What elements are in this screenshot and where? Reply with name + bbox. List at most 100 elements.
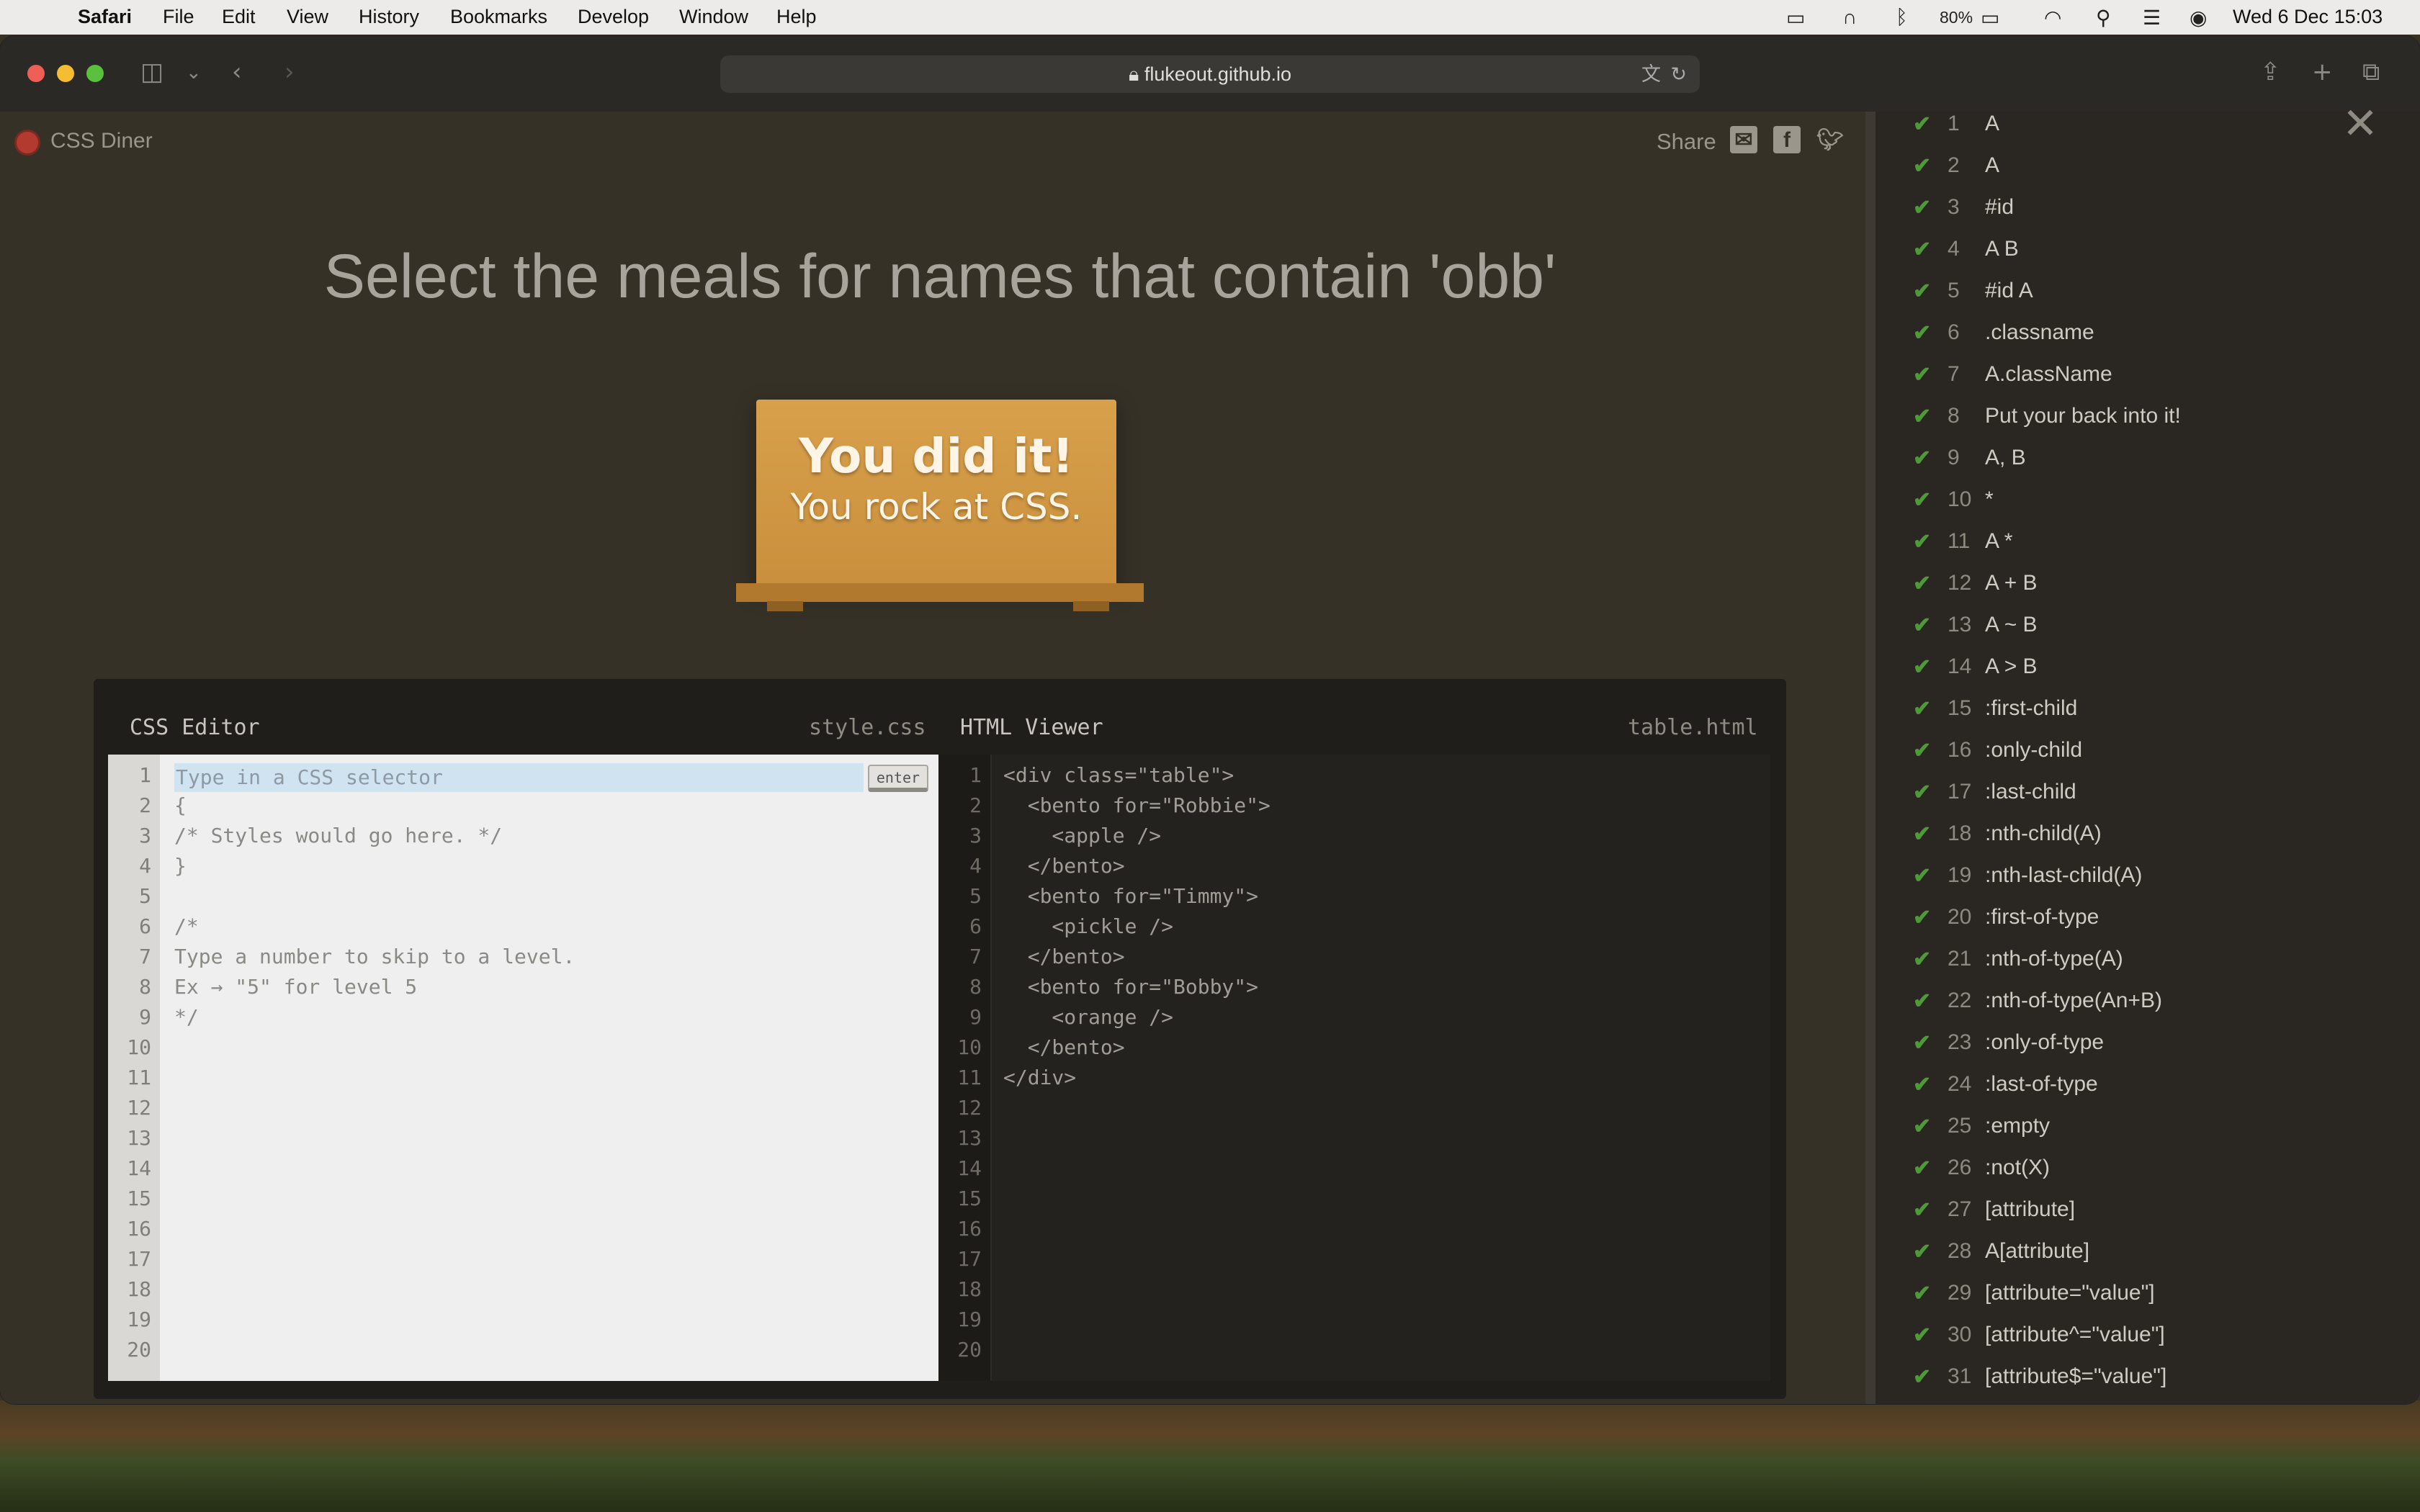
css-editor-pane: 1 2 3 4 5 6 7 8 9 10 11 12 13 14 15 16 17 18 19 20 Type in … [108, 755, 938, 1381]
levels-panel: ✔ 1 A ✔ 2 A ✔ 3 #id ✔ 4 A B ✔ 5 #id A ✔ 6 .classname ✔ 7 A.c… [1865, 112, 2420, 1404]
level-number: 27 [1948, 1197, 1972, 1221]
site-logo-text[interactable]: CSS Diner [50, 129, 153, 153]
completed-check-icon: ✔ [1913, 739, 1932, 762]
css-selector-input[interactable]: Type in a CSS selector [174, 763, 864, 792]
zoom-window-button[interactable] [86, 65, 104, 82]
menu-help[interactable]: Help [776, 6, 817, 28]
close-levels-icon[interactable]: ✕ [2337, 101, 2383, 147]
line-number: 5 [969, 884, 982, 908]
win-message-title: You did it! [799, 428, 1074, 484]
menu-app-name[interactable]: Safari [78, 6, 132, 28]
screen-mirroring-icon[interactable]: ▭ [1786, 6, 1805, 30]
html-code-line[interactable]: <bento for="Timmy"> [1003, 884, 1258, 908]
level-number: 18 [1948, 822, 1972, 845]
menu-history[interactable]: History [359, 6, 419, 28]
completed-check-icon: ✔ [1913, 238, 1932, 261]
minimize-window-button[interactable] [57, 65, 74, 82]
address-bar[interactable]: 🔒︎ flukeout.github.io 文 ↻ [720, 55, 1700, 93]
level-number: 16 [1948, 738, 1972, 762]
css-code-line: */ [174, 1005, 199, 1029]
battery-icon[interactable]: ▭ [1981, 6, 1999, 30]
tab-overview-icon[interactable]: ⧉ [2362, 58, 2380, 86]
reload-icon[interactable]: ↻ [1670, 55, 1687, 93]
level-name: :last-child [1985, 780, 2076, 804]
share-button-icon[interactable]: ⇪ [2260, 58, 2281, 86]
level-number: 21 [1948, 947, 1972, 971]
level-number: 8 [1948, 404, 1960, 428]
menu-view[interactable]: View [287, 6, 328, 28]
menu-window[interactable]: Window [679, 6, 748, 28]
translate-icon[interactable]: 文 [1641, 55, 1661, 93]
level-number: 25 [1948, 1114, 1972, 1138]
level-name: :not(X) [1985, 1156, 2051, 1179]
level-name: A B [1985, 237, 2019, 261]
css-line-numbers: 1 2 3 4 5 6 7 8 9 10 11 12 13 14 15 16 17 18 19 20 [108, 755, 160, 1381]
menu-develop[interactable]: Develop [578, 6, 649, 28]
menu-file[interactable]: File [163, 6, 194, 28]
level-name: :last-of-type [1985, 1072, 2098, 1096]
win-message-subtitle: You rock at CSS. [790, 486, 1083, 528]
macos-menubar: Safari File Edit View History Bookmarks … [0, 0, 2420, 35]
html-viewer-pane: 1 2 3 4 5 6 7 8 9 10 11 12 13 14 15 16 17 18 19 20 <div cla… [938, 755, 1770, 1381]
menu-bookmarks[interactable]: Bookmarks [450, 6, 547, 28]
sidebar-toggle-icon[interactable]: ◫ [140, 58, 163, 86]
twitter-share-icon[interactable]: 🐦︎ [1816, 126, 1844, 153]
line-number: 17 [127, 1247, 151, 1271]
headphones-icon[interactable]: ∩ [1842, 6, 1857, 29]
menu-edit[interactable]: Edit [222, 6, 256, 28]
html-code-line[interactable]: </bento> [1003, 1035, 1125, 1059]
desktop-wallpaper [0, 1400, 2420, 1512]
level-name: [attribute^="value"] [1985, 1323, 2165, 1346]
wifi-icon[interactable]: ◠ [2044, 6, 2061, 30]
html-code-line[interactable]: </div> [1003, 1066, 1076, 1089]
menubar-clock[interactable]: Wed 6 Dec 15:03 [2233, 6, 2383, 28]
level-number: 26 [1948, 1156, 1972, 1179]
level-name: [attribute] [1985, 1197, 2076, 1221]
html-code-line[interactable]: <bento for="Robbie"> [1003, 793, 1270, 817]
enter-button[interactable]: enter [868, 765, 928, 792]
close-window-button[interactable] [27, 65, 45, 82]
html-code-line[interactable]: <pickle /> [1003, 914, 1173, 938]
back-button-icon[interactable]: ‹ [232, 58, 242, 86]
email-share-icon[interactable]: ✉ [1730, 126, 1757, 153]
completed-check-icon: ✔ [1913, 989, 1932, 1013]
line-number: 4 [969, 854, 982, 878]
sidebar-chevron-down-icon[interactable]: ⌄ [186, 62, 202, 84]
forward-button-icon[interactable]: › [284, 58, 295, 86]
completed-check-icon: ✔ [1913, 321, 1932, 345]
completed-check-icon: ✔ [1913, 1115, 1932, 1138]
line-number: 15 [957, 1187, 982, 1210]
html-code-line[interactable]: </bento> [1003, 854, 1125, 878]
level-number: 24 [1948, 1072, 1972, 1096]
bluetooth-icon[interactable]: ᛒ [1896, 6, 1908, 29]
line-number: 12 [127, 1096, 151, 1120]
editor-panels: CSS Editor style.css HTML Viewer table.h… [94, 679, 1786, 1399]
level-number: 31 [1948, 1364, 1972, 1388]
line-number: 6 [139, 914, 151, 938]
level-name: #id A [1985, 279, 2033, 302]
html-code-line[interactable]: <bento for="Bobby"> [1003, 975, 1258, 999]
level-number: 2 [1948, 153, 1960, 177]
line-number: 7 [969, 945, 982, 968]
completed-check-icon: ✔ [1913, 1073, 1932, 1097]
line-number: 8 [969, 975, 982, 999]
line-number: 19 [957, 1308, 982, 1331]
spotlight-search-icon[interactable]: ⚲ [2096, 6, 2111, 30]
siri-icon[interactable]: ◉ [2190, 6, 2207, 30]
completed-check-icon: ✔ [1913, 572, 1932, 595]
new-tab-icon[interactable]: + [2312, 58, 2333, 86]
css-editor-filename: style.css [809, 715, 926, 740]
level-number: 6 [1948, 320, 1960, 344]
html-code-line[interactable]: <orange /> [1003, 1005, 1173, 1029]
html-code-line[interactable]: </bento> [1003, 945, 1125, 968]
line-number: 13 [957, 1126, 982, 1150]
html-code-line[interactable]: <div class="table"> [1003, 763, 1234, 787]
completed-check-icon: ✔ [1913, 697, 1932, 721]
level-number: 20 [1948, 905, 1972, 929]
completed-check-icon: ✔ [1913, 196, 1932, 220]
control-center-icon[interactable]: ☰ [2143, 6, 2161, 30]
html-code-line[interactable]: <apple /> [1003, 824, 1161, 847]
level-number: 13 [1948, 613, 1972, 636]
facebook-share-icon[interactable]: f [1773, 126, 1801, 153]
completed-check-icon: ✔ [1913, 530, 1932, 554]
